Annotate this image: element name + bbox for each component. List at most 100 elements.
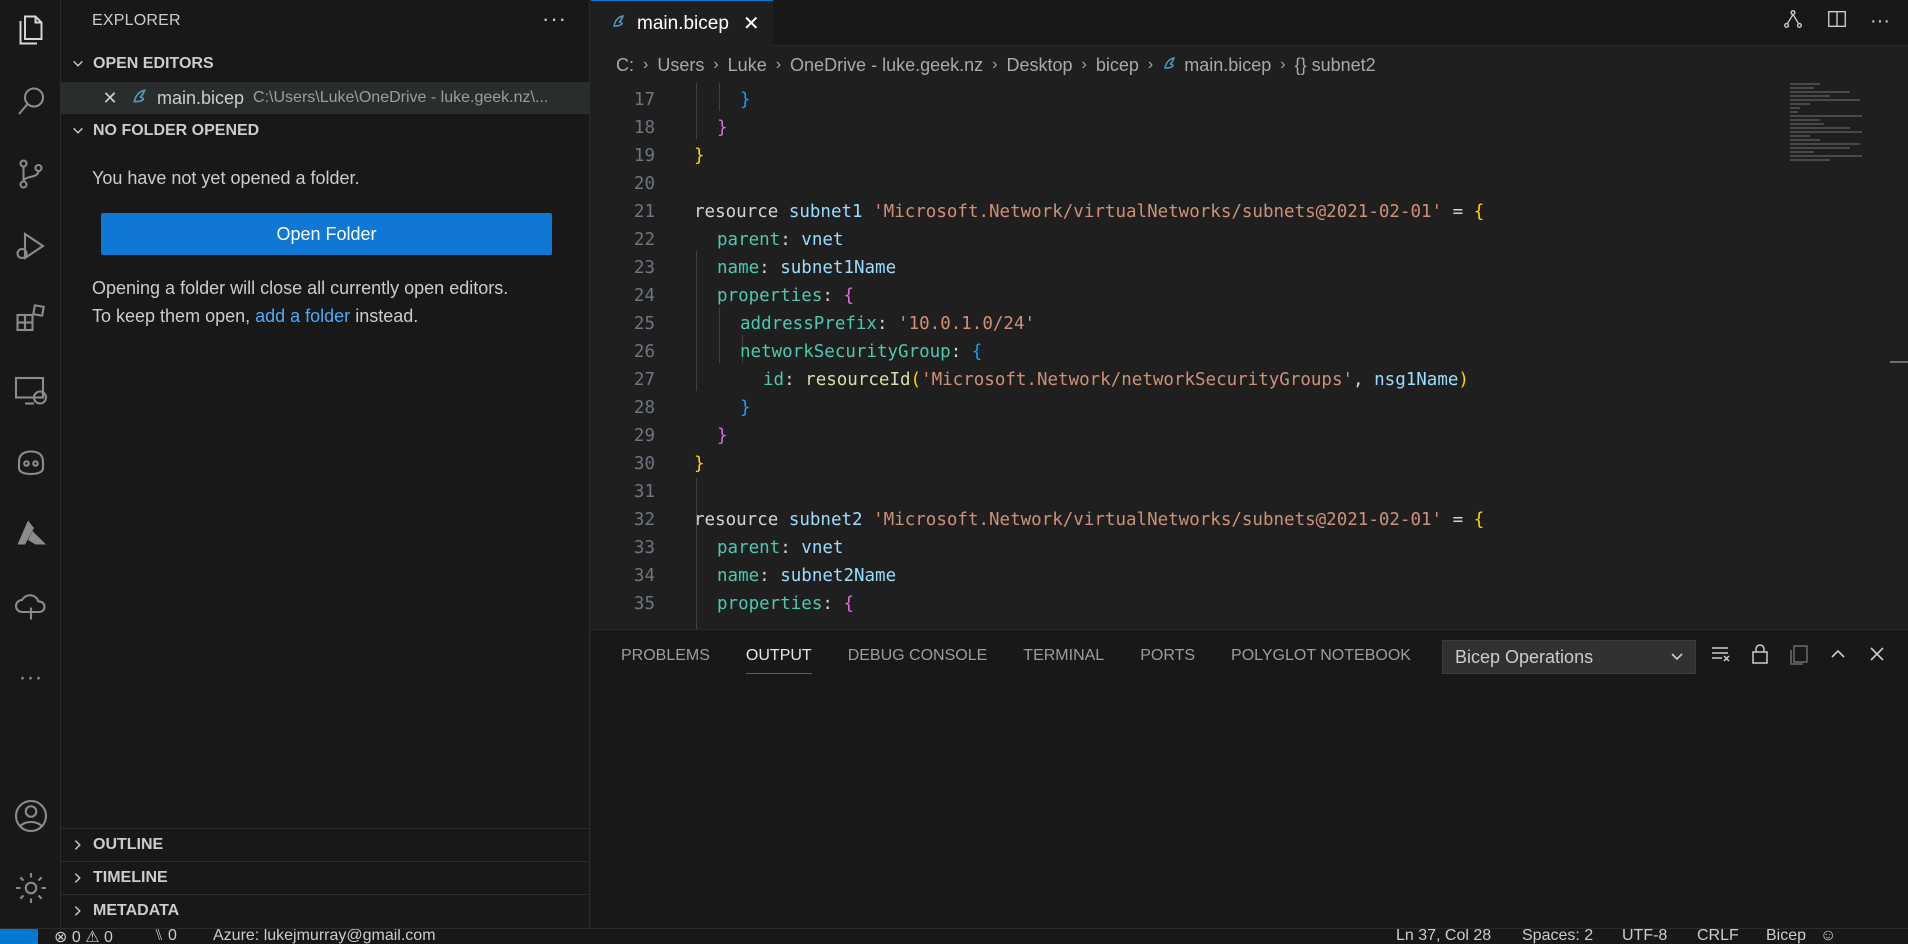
- timeline-header[interactable]: TIMELINE: [61, 861, 589, 893]
- breadcrumb-item[interactable]: main.bicep: [1184, 55, 1271, 76]
- ports-status[interactable]: ⑊ 0: [154, 929, 177, 944]
- search-icon[interactable]: [0, 72, 61, 132]
- language-mode[interactable]: Bicep: [1766, 929, 1806, 944]
- code-line[interactable]: 35 properties: {: [591, 590, 1791, 618]
- open-editor-item[interactable]: ✕ main.bicep C:\Users\Luke\OneDrive - lu…: [61, 82, 589, 114]
- open-folder-button[interactable]: Open Folder: [101, 213, 552, 255]
- code-line[interactable]: 27 id: resourceId('Microsoft.Network/netw…: [591, 366, 1791, 394]
- warning-suffix: instead.: [350, 306, 419, 326]
- code-line[interactable]: 26 networkSecurityGroup: {: [591, 338, 1791, 366]
- open-editor-path: C:\Users\Luke\OneDrive - luke.geek.nz\..…: [253, 89, 549, 106]
- more-actions-icon[interactable]: ···: [1870, 10, 1890, 33]
- code-line[interactable]: 28}: [591, 394, 1791, 422]
- no-folder-header[interactable]: NO FOLDER OPENED: [61, 118, 589, 144]
- panel-tab-polyglot-notebook[interactable]: POLYGLOT NOTEBOOK: [1231, 647, 1411, 665]
- code-line[interactable]: 33 parent: vnet: [591, 534, 1791, 562]
- panel-tab-problems[interactable]: PROBLEMS: [621, 647, 710, 665]
- code-line[interactable]: 23 name: subnet1Name: [591, 254, 1791, 282]
- warning-prefix: To keep them open,: [92, 306, 256, 326]
- status-bar: ⊗ 0 ⚠ 0 ⑊ 0 Azure: lukejmurray@gmail.com…: [0, 928, 1908, 944]
- more-views-icon[interactable]: ···: [0, 648, 61, 708]
- close-icon[interactable]: ✕: [101, 88, 119, 109]
- copilot-status-icon[interactable]: ☺: [1820, 929, 1836, 944]
- code-line[interactable]: 25 addressPrefix: '10.0.1.0/24': [591, 310, 1791, 338]
- account-icon[interactable]: [0, 786, 61, 846]
- minimap[interactable]: [1790, 83, 1868, 193]
- code-line[interactable]: 30}: [591, 450, 1791, 478]
- editor-tabs-bar: main.bicep ✕ ···: [591, 0, 1908, 46]
- remote-indicator[interactable]: [0, 929, 38, 944]
- settings-gear-icon[interactable]: [0, 858, 61, 918]
- maximize-panel-icon[interactable]: [1826, 642, 1850, 671]
- eol-status[interactable]: CRLF: [1697, 929, 1739, 944]
- outline-label: OUTLINE: [93, 835, 164, 853]
- output-channel-select[interactable]: Bicep Operations: [1442, 640, 1696, 674]
- open-folder-warning: Opening a folder will close all currentl…: [92, 274, 572, 330]
- encoding-status[interactable]: UTF-8: [1622, 929, 1667, 944]
- chevron-right-icon: ›: [643, 56, 649, 73]
- breadcrumb-item[interactable]: Users: [657, 55, 704, 76]
- tab-label: main.bicep: [637, 12, 729, 34]
- code-line[interactable]: 22 parent: vnet: [591, 226, 1791, 254]
- explorer-icon[interactable]: [0, 0, 61, 60]
- panel-tab-ports[interactable]: PORTS: [1140, 647, 1195, 665]
- clear-output-icon[interactable]: [1709, 642, 1733, 671]
- tab-main-bicep[interactable]: main.bicep ✕: [591, 0, 773, 46]
- cloud-test-icon[interactable]: [0, 576, 61, 636]
- code-line[interactable]: 20: [591, 170, 1791, 198]
- run-debug-icon[interactable]: [0, 216, 61, 276]
- breadcrumb-item[interactable]: C:: [616, 55, 634, 76]
- bicep-file-icon: [611, 13, 627, 34]
- code-line[interactable]: 32 resource subnet2 'Microsoft.Network/vi…: [591, 506, 1791, 534]
- panel-tab-debug-console[interactable]: DEBUG CONSOLE: [848, 647, 988, 665]
- warning-line1: Opening a folder will close all currentl…: [92, 278, 509, 298]
- chevron-right-icon: [63, 871, 93, 885]
- panel-tab-terminal[interactable]: TERMINAL: [1023, 647, 1104, 665]
- breadcrumb-item[interactable]: bicep: [1096, 55, 1139, 76]
- metadata-header[interactable]: METADATA: [61, 894, 589, 926]
- code-line[interactable]: 21 resource subnet1 'Microsoft.Network/vi…: [591, 198, 1791, 226]
- source-control-icon[interactable]: [0, 144, 61, 204]
- close-panel-icon[interactable]: [1865, 642, 1889, 671]
- azure-icon[interactable]: [0, 504, 61, 564]
- no-folder-label: NO FOLDER OPENED: [93, 122, 260, 139]
- open-log-file-icon[interactable]: [1787, 642, 1811, 671]
- open-editors-header[interactable]: OPEN EDITORS: [61, 51, 589, 77]
- code-line[interactable]: 24 properties: {: [591, 282, 1791, 310]
- code-line[interactable]: 19}: [591, 142, 1791, 170]
- code-line[interactable]: 31: [591, 478, 1791, 506]
- open-editor-name: main.bicep: [157, 87, 245, 108]
- chevron-right-icon: ›: [992, 56, 998, 73]
- code-editor[interactable]: 17} 18} 19} 20 21 resource subnet1 'Micro…: [591, 83, 1908, 629]
- no-folder-message: You have not yet opened a folder.: [92, 168, 360, 188]
- breadcrumb-item[interactable]: {} subnet2: [1295, 55, 1376, 76]
- code-line[interactable]: 18}: [591, 114, 1791, 142]
- bottom-panel: PROBLEMS OUTPUT DEBUG CONSOLE TERMINAL P…: [591, 629, 1908, 928]
- split-editor-icon[interactable]: [1826, 8, 1848, 35]
- code-line[interactable]: 34 name: subnet2Name: [591, 562, 1791, 590]
- cursor-position[interactable]: Ln 37, Col 28: [1396, 929, 1491, 944]
- tab-close-icon[interactable]: ✕: [743, 11, 760, 36]
- more-actions-button[interactable]: ···: [542, 6, 567, 32]
- scrollbar[interactable]: [1890, 361, 1908, 363]
- chevron-down-icon: [63, 57, 93, 71]
- extensions-icon[interactable]: [0, 288, 61, 348]
- panel-tab-output[interactable]: OUTPUT: [745, 647, 812, 674]
- bicep-file-icon: [131, 87, 149, 110]
- bicep-file-icon: [1162, 55, 1178, 76]
- breadcrumb-item[interactable]: OneDrive - luke.geek.nz: [790, 55, 983, 76]
- remote-explorer-icon[interactable]: [0, 360, 61, 420]
- output-channel-value: Bicep Operations: [1455, 646, 1594, 667]
- code-line[interactable]: 17}: [591, 86, 1791, 114]
- azure-account-status[interactable]: Azure: lukejmurray@gmail.com: [213, 929, 436, 944]
- problems-status[interactable]: ⊗ 0 ⚠ 0: [54, 929, 113, 944]
- visualizer-icon[interactable]: [1782, 8, 1804, 35]
- breadcrumb-item[interactable]: Desktop: [1006, 55, 1072, 76]
- breadcrumb-item[interactable]: Luke: [728, 55, 767, 76]
- copilot-icon[interactable]: [0, 432, 61, 492]
- code-line[interactable]: 29}: [591, 422, 1791, 450]
- add-folder-link[interactable]: add a folder: [255, 306, 350, 326]
- indentation-status[interactable]: Spaces: 2: [1522, 929, 1593, 944]
- outline-header[interactable]: OUTLINE: [61, 828, 589, 860]
- lock-icon[interactable]: [1748, 642, 1772, 671]
